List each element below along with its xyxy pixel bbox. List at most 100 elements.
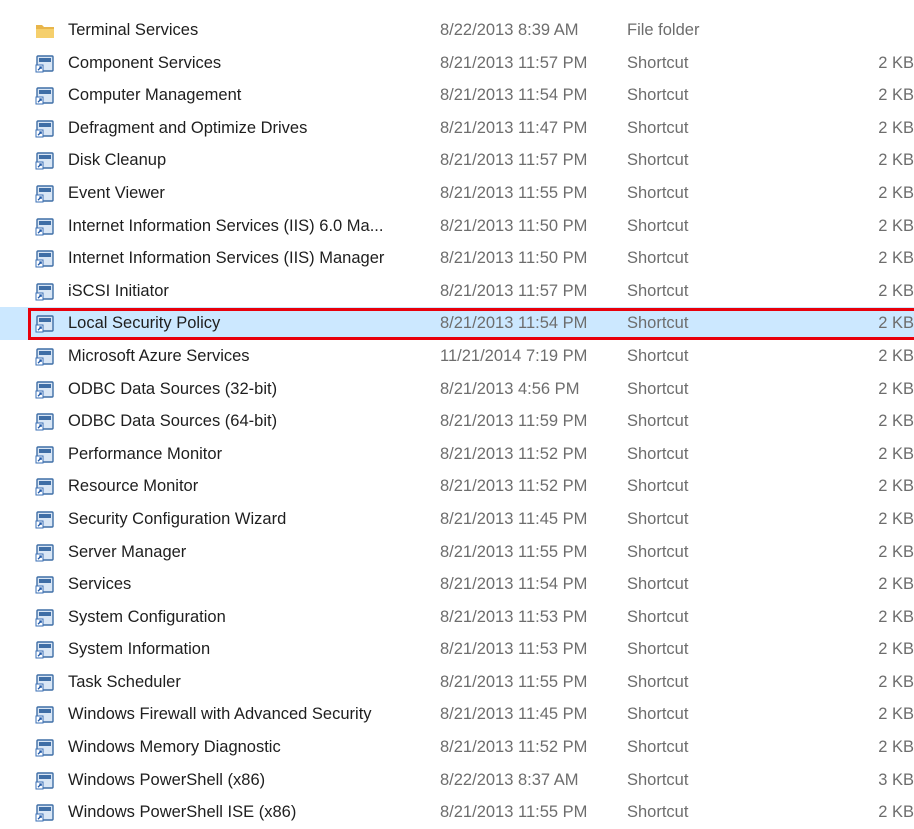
file-row[interactable]: Local Security Policy 8/21/2013 11:54 PM S… <box>0 307 914 340</box>
file-row[interactable]: Component Services 8/21/2013 11:57 PM Shor… <box>0 47 914 80</box>
file-size: 2 KB <box>878 477 914 496</box>
file-row[interactable]: ODBC Data Sources (64-bit) 8/21/2013 11:5… <box>0 405 914 438</box>
iis-manager-icon <box>35 250 54 268</box>
file-name: Services <box>68 575 132 594</box>
file-name: Component Services <box>68 53 222 72</box>
iscsi-initiator-icon <box>35 283 54 301</box>
local-security-policy-icon <box>35 315 54 333</box>
file-size: 2 KB <box>878 738 914 757</box>
file-row[interactable]: Internet Information Services (IIS) 6.0 … <box>0 210 914 243</box>
date-modified: 8/21/2013 11:57 PM <box>440 281 588 300</box>
file-name: Task Scheduler <box>68 672 181 691</box>
odbc-icon <box>35 380 54 399</box>
file-row[interactable]: ODBC Data Sources (32-bit) 8/21/2013 4:56… <box>0 373 914 406</box>
file-size: 2 KB <box>878 705 914 724</box>
file-size: 2 KB <box>878 542 914 561</box>
file-name: iSCSI Initiator <box>68 281 169 300</box>
file-name: System Configuration <box>68 607 226 626</box>
powershell-icon <box>35 771 54 790</box>
file-row[interactable]: iSCSI Initiator 8/21/2013 11:57 PM Shortcu… <box>0 275 914 308</box>
file-type: Shortcut <box>627 542 689 561</box>
file-size: 2 KB <box>878 575 914 594</box>
file-size: 2 KB <box>878 412 914 431</box>
file-type: Shortcut <box>627 249 689 268</box>
file-row[interactable]: Computer Management 8/21/2013 11:54 PM Sho… <box>0 79 914 112</box>
file-row[interactable]: Terminal Services 8/22/2013 8:39 AM File f… <box>0 14 914 47</box>
system-configuration-icon <box>35 608 54 627</box>
date-modified: 8/21/2013 11:57 PM <box>440 53 588 72</box>
date-modified: 8/21/2013 11:54 PM <box>440 86 588 105</box>
date-modified: 8/21/2013 11:55 PM <box>440 672 588 691</box>
file-name: Windows PowerShell (x86) <box>68 770 266 789</box>
date-modified: 8/21/2013 11:57 PM <box>440 151 588 170</box>
file-row[interactable]: Resource Monitor 8/21/2013 11:52 PM Shortc… <box>0 470 914 503</box>
file-row[interactable]: Task Scheduler 8/21/2013 11:55 PM Shortcut… <box>0 666 914 699</box>
file-row[interactable]: Microsoft Azure Services 11/21/2014 7:19 … <box>0 340 914 373</box>
file-type: Shortcut <box>627 509 689 528</box>
file-size: 2 KB <box>878 672 914 691</box>
file-size: 2 KB <box>878 607 914 626</box>
file-row[interactable]: Services 8/21/2013 11:54 PM Shortcut 2 KB <box>0 568 914 601</box>
file-row[interactable]: Disk Cleanup 8/21/2013 11:57 PM Shortcut 2 … <box>0 144 914 177</box>
date-modified: 8/21/2013 11:55 PM <box>440 803 588 822</box>
date-modified: 8/21/2013 11:52 PM <box>440 738 588 757</box>
file-name: ODBC Data Sources (64-bit) <box>68 412 278 431</box>
file-size: 2 KB <box>878 151 914 170</box>
date-modified: 8/21/2013 11:55 PM <box>440 542 588 561</box>
file-name: Windows Memory Diagnostic <box>68 738 281 757</box>
date-modified: 8/21/2013 4:56 PM <box>440 379 580 398</box>
file-row[interactable]: System Information 8/21/2013 11:53 PM Shor… <box>0 633 914 666</box>
file-row[interactable]: System Configuration 8/21/2013 11:53 PM Sh… <box>0 601 914 634</box>
date-modified: 8/21/2013 11:59 PM <box>440 412 588 431</box>
file-row[interactable]: Server Manager 8/21/2013 11:55 PM Shortcut… <box>0 536 914 569</box>
file-row[interactable]: Internet Information Services (IIS) Mana… <box>0 242 914 275</box>
date-modified: 8/21/2013 11:54 PM <box>440 575 588 594</box>
file-type: Shortcut <box>627 705 689 724</box>
file-type: Shortcut <box>627 314 689 333</box>
file-type: Shortcut <box>627 412 689 431</box>
task-scheduler-icon <box>35 674 54 692</box>
defragment-icon <box>35 120 54 138</box>
file-list: Terminal Services 8/22/2013 8:39 AM File f… <box>0 14 914 829</box>
file-type: Shortcut <box>627 738 689 757</box>
file-name: Disk Cleanup <box>68 151 167 170</box>
file-name: Local Security Policy <box>68 314 221 333</box>
file-name: Performance Monitor <box>68 444 223 463</box>
date-modified: 8/21/2013 11:50 PM <box>440 216 588 235</box>
file-row[interactable]: Event Viewer 8/21/2013 11:55 PM Shortcut 2 … <box>0 177 914 210</box>
file-size: 2 KB <box>878 346 914 365</box>
date-modified: 8/22/2013 8:37 AM <box>440 770 579 789</box>
date-modified: 8/21/2013 11:55 PM <box>440 183 588 202</box>
file-type: Shortcut <box>627 118 689 137</box>
file-size: 2 KB <box>878 53 914 72</box>
file-row[interactable]: Security Configuration Wizard 8/21/2013 1… <box>0 503 914 536</box>
date-modified: 8/21/2013 11:53 PM <box>440 640 588 659</box>
file-size: 2 KB <box>878 640 914 659</box>
file-row[interactable]: Performance Monitor 8/21/2013 11:52 PM Sho… <box>0 438 914 471</box>
file-size: 2 KB <box>878 249 914 268</box>
file-size: 2 KB <box>878 183 914 202</box>
file-name: Windows PowerShell ISE (x86) <box>68 803 297 822</box>
memory-diagnostic-icon <box>35 739 54 757</box>
file-row[interactable]: Defragment and Optimize Drives 8/21/2013 … <box>0 112 914 145</box>
powershell-ise-icon <box>35 804 54 822</box>
file-row[interactable]: Windows PowerShell ISE (x86) 8/21/2013 11… <box>0 796 914 829</box>
file-type: Shortcut <box>627 151 689 170</box>
services-icon <box>35 576 54 594</box>
file-size: 2 KB <box>878 216 914 235</box>
file-size: 2 KB <box>878 379 914 398</box>
file-type: Shortcut <box>627 281 689 300</box>
file-name: Defragment and Optimize Drives <box>68 118 308 137</box>
file-name: Internet Information Services (IIS) 6.0 … <box>68 216 384 235</box>
file-row[interactable]: Windows Memory Diagnostic 8/21/2013 11:52… <box>0 731 914 764</box>
file-type: Shortcut <box>627 803 689 822</box>
computer-management-icon <box>35 87 54 105</box>
file-type: Shortcut <box>627 477 689 496</box>
file-name: System Information <box>68 640 211 659</box>
file-row[interactable]: Windows PowerShell (x86) 8/22/2013 8:37 A… <box>0 764 914 797</box>
file-row[interactable]: Windows Firewall with Advanced Security 8… <box>0 698 914 731</box>
file-name: Server Manager <box>68 542 187 561</box>
file-name: Internet Information Services (IIS) Mana… <box>68 249 385 268</box>
file-name: Event Viewer <box>68 183 165 202</box>
file-size: 2 KB <box>878 281 914 300</box>
